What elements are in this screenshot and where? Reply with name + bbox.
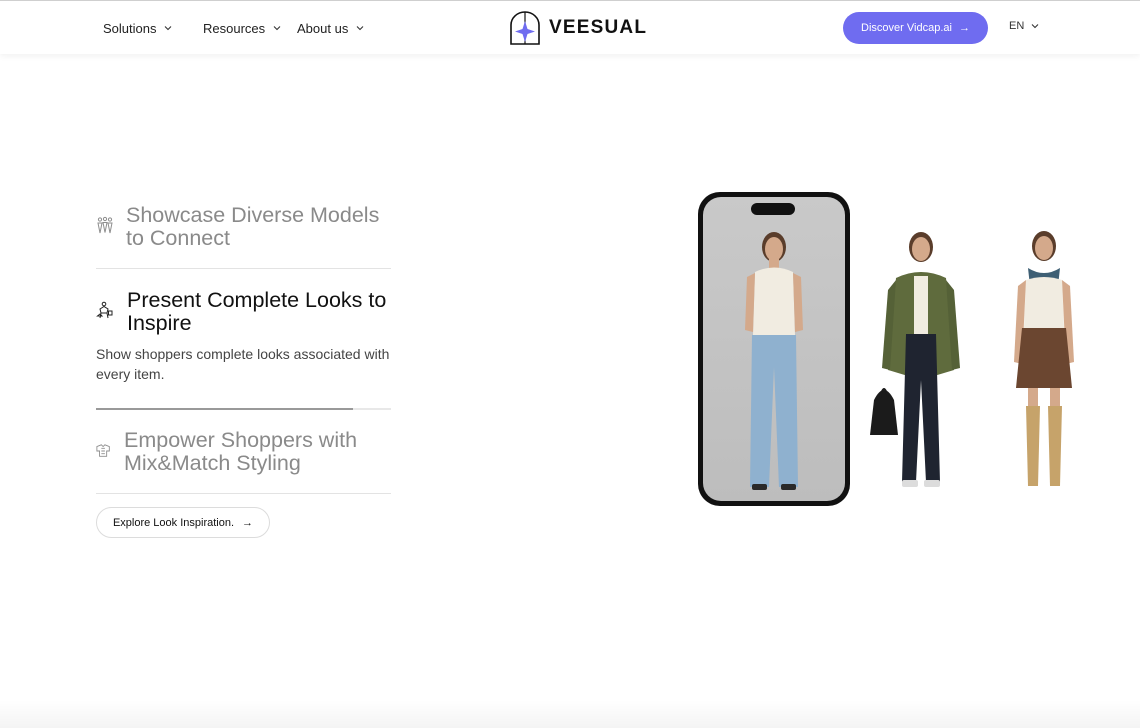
discover-vidcap-button[interactable]: Discover Vidcap.ai → [843,12,988,44]
divider [96,493,391,494]
phone-screen [703,197,845,501]
arrow-right-icon: → [242,516,254,529]
model-image-brown-skirt [1014,231,1074,486]
nav-resources-label: Resources [203,20,266,36]
feature-progress-fill [96,408,353,410]
mix-match-icon [96,444,110,457]
feature-diverse-models[interactable]: Showcase Diverse Models to Connect [96,204,391,250]
nav-solutions[interactable]: Solutions [103,19,172,37]
feature-header[interactable]: Present Complete Looks to Inspire [96,289,391,335]
feature-description: Show shoppers complete looks associated … [96,346,390,382]
veesual-logo-icon [510,11,540,45]
language-selector[interactable]: EN [1009,20,1039,32]
nav-solutions-label: Solutions [103,20,157,36]
explore-button-label: Explore Look Inspiration. [112,516,235,529]
models-icon [97,216,113,234]
feature-header[interactable]: Empower Shoppers with Mix&Match Styling [96,429,391,475]
chevron-down-icon [165,26,172,31]
nav-about[interactable]: About us [297,19,364,37]
feature-title: Present Complete Looks to Inspire [127,288,387,335]
chevron-down-icon [356,26,364,31]
explore-look-inspiration-button[interactable]: Explore Look Inspiration. → [96,507,270,538]
discover-vidcap-label: Discover Vidcap.ai [861,22,952,34]
feature-title: Showcase Diverse Models to Connect [126,203,380,250]
phone-mockup [698,192,850,506]
chevron-down-icon [273,26,281,31]
feature-progress-bar [96,408,391,410]
nav-about-label: About us [297,20,349,36]
looks-icon [96,301,113,319]
page-bottom-fade [0,700,1140,728]
chevron-down-icon [1031,24,1039,29]
veesual-logo[interactable]: VEESUAL [508,11,647,45]
nav-resources[interactable]: Resources [203,19,281,37]
feature-mix-match[interactable]: Empower Shoppers with Mix&Match Styling [96,429,391,475]
model-image-green-coat [870,232,960,487]
feature-title: Empower Shoppers with Mix&Match Styling [124,428,358,475]
feature-header[interactable]: Showcase Diverse Models to Connect [96,204,391,250]
arrow-right-icon: → [958,22,970,34]
feature-complete-looks[interactable]: Present Complete Looks to Inspire Show s… [96,289,391,384]
divider [96,268,391,269]
site-header: Solutions Resources About us VEESUAL Dis… [0,0,1140,54]
model-image-jeans [745,232,803,490]
language-label: EN [1009,20,1025,32]
logo-text: VEESUAL [549,17,648,38]
